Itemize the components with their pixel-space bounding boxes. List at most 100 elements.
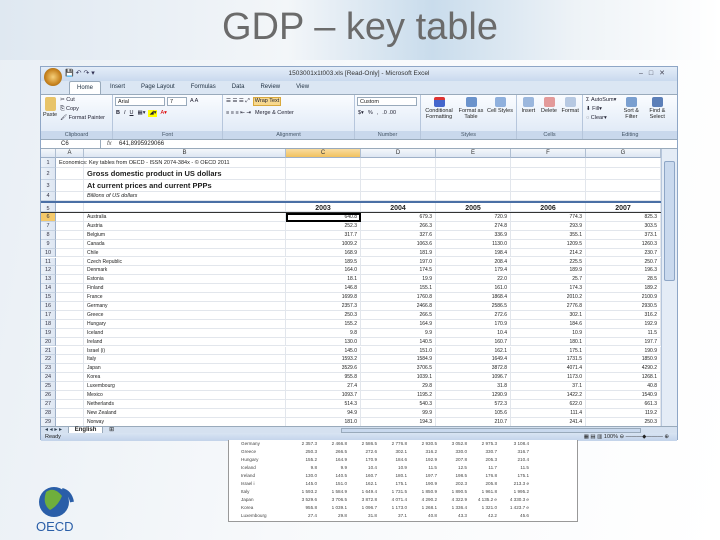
cell[interactable] [56,310,84,320]
row-header[interactable]: 19 [41,328,56,338]
cell[interactable] [56,192,84,201]
row-header[interactable]: 15 [41,293,56,302]
paste-button[interactable]: Paste [43,97,57,118]
cell[interactable] [56,399,84,409]
cell[interactable] [286,180,361,192]
name-box[interactable]: C6 [41,140,101,149]
row-header[interactable]: 6 [41,213,56,222]
row-header[interactable]: 20 [41,337,56,347]
cell[interactable] [361,192,436,201]
tab-view[interactable]: View [289,81,316,94]
cell[interactable] [56,328,84,338]
italic-button[interactable]: I [123,110,127,117]
cell[interactable] [586,168,661,180]
row-header[interactable]: 28 [41,408,56,418]
cell[interactable] [511,180,586,192]
row-header[interactable]: 17 [41,310,56,320]
row-header[interactable]: 25 [41,382,56,391]
copy-button[interactable]: ⎘ Copy [59,106,106,113]
decimal-icon[interactable]: .0 .00 [381,110,397,117]
column-header-g[interactable]: G [586,149,661,158]
row-header[interactable]: 22 [41,355,56,365]
tab-page-layout[interactable]: Page Layout [134,81,182,94]
cell[interactable] [56,275,84,285]
bold-button[interactable]: B [115,110,121,117]
conditional-formatting-button[interactable]: Conditional Formatting [423,97,455,120]
wrap-text-button[interactable]: Wrap Text [252,97,282,106]
column-header-b[interactable]: B [84,149,286,158]
row-header[interactable]: 2 [41,168,56,180]
cell[interactable] [56,373,84,383]
cell[interactable] [586,180,661,192]
select-all-corner[interactable] [41,149,56,158]
office-button[interactable] [44,68,62,86]
cell[interactable] [56,382,84,391]
find-select-button[interactable]: Find & Select [645,97,669,120]
font-color-icon[interactable]: A▾ [159,110,167,117]
cell[interactable] [56,391,84,400]
cell[interactable] [56,180,84,192]
cell[interactable] [56,319,84,329]
cell[interactable] [511,192,586,201]
column-header-d[interactable]: D [361,149,436,158]
cell[interactable] [56,355,84,365]
fx-icon[interactable]: fx [107,140,112,149]
currency-icon[interactable]: $▾ [357,110,365,117]
cell[interactable] [56,221,84,231]
delete-button[interactable]: Delete [540,97,559,114]
scrollbar-thumb[interactable] [664,161,675,281]
cell[interactable] [56,337,84,347]
worksheet-grid[interactable]: A B C D E F G 1 Economics: Key tables from OECD … [41,149,661,426]
cell[interactable] [56,203,84,212]
row-header[interactable]: 9 [41,239,56,249]
autosum-button[interactable]: Σ AutoSum▾ [585,97,617,104]
row-header[interactable]: 18 [41,319,56,329]
cell[interactable] [286,158,361,168]
comma-button[interactable]: , [376,110,380,117]
cell[interactable] [361,158,436,168]
insert-button[interactable]: Insert [519,97,538,114]
formula-input[interactable]: 641,8995929066 [119,140,164,149]
zoom-controls[interactable]: ▦ ▤ ▥ 100% ⊖ ———◆——— ⊕ [584,433,669,441]
row-header[interactable]: 13 [41,275,56,285]
column-header-e[interactable]: E [436,149,511,158]
column-header-c[interactable]: C [286,149,361,158]
tab-data[interactable]: Data [225,81,252,94]
cell[interactable] [56,284,84,294]
cell[interactable] [56,293,84,302]
cell[interactable] [84,203,286,212]
row-header[interactable]: 3 [41,180,56,192]
cell[interactable] [586,192,661,201]
underline-button[interactable]: U [129,110,135,117]
cell[interactable] [286,168,361,180]
row-header[interactable]: 11 [41,257,56,267]
tab-formulas[interactable]: Formulas [184,81,223,94]
quick-access-toolbar[interactable]: 💾 ↶ ↷ ▾ [65,67,95,81]
cell[interactable] [511,158,586,168]
row-header[interactable]: 1 [41,158,56,168]
borders-icon[interactable]: ▦▾ [137,110,147,117]
cell[interactable] [436,168,511,180]
cell[interactable] [56,302,84,311]
cell-styles-button[interactable]: Cell Styles [487,97,513,114]
sort-filter-button[interactable]: Sort & Filter [619,97,643,120]
number-format-select[interactable]: Custom [357,97,417,106]
tab-home[interactable]: Home [69,81,102,94]
cell[interactable] [436,192,511,201]
column-header-f[interactable]: F [511,149,586,158]
cell[interactable] [56,257,84,267]
cell[interactable] [56,346,84,356]
cell[interactable] [56,417,84,426]
format-painter-button[interactable]: 🖌 Format Painter [59,115,106,122]
row-header[interactable]: 4 [41,192,56,201]
row-header[interactable]: 8 [41,230,56,240]
clear-button[interactable]: ◌ Clear▾ [585,115,617,122]
active-cell[interactable]: 640.8 [286,213,361,222]
fill-button[interactable]: ⬇ Fill▾ [585,106,617,113]
cell[interactable] [56,248,84,258]
vertical-scrollbar[interactable] [661,149,677,426]
fill-color-icon[interactable]: ◢▾ [148,110,158,117]
cell[interactable] [56,239,84,249]
row-header[interactable]: 12 [41,266,56,276]
cell[interactable] [511,168,586,180]
